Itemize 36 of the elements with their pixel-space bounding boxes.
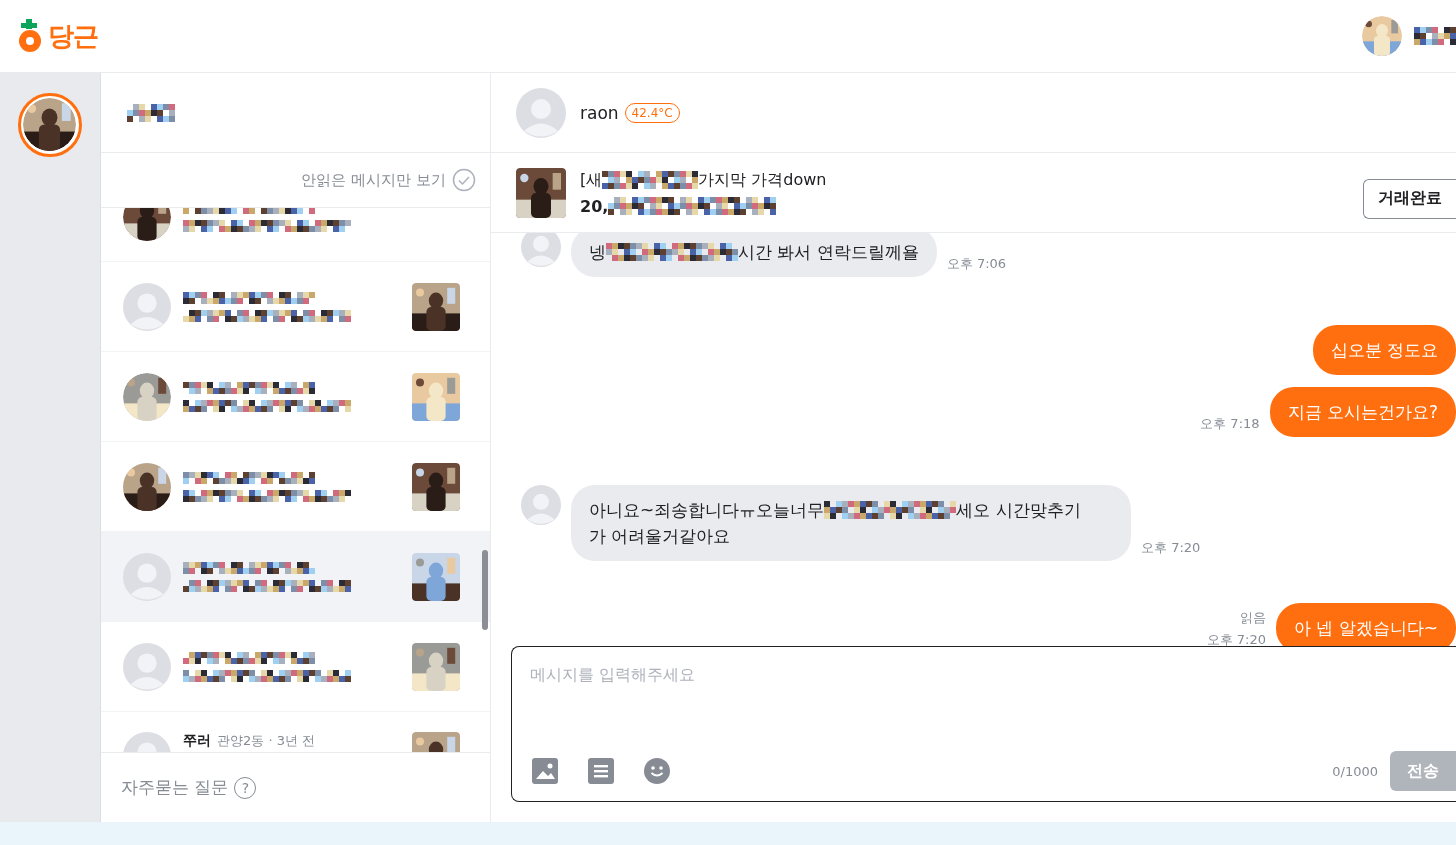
logo-text[interactable]: 당근 bbox=[48, 18, 98, 54]
message-text: 십오분 정도요 bbox=[1330, 339, 1438, 362]
pixelated-text-drawing bbox=[1414, 27, 1456, 45]
message-text: 지금 오시는건가요? bbox=[1287, 401, 1438, 424]
faq-link[interactable]: 자주묻는 질문 bbox=[121, 776, 229, 799]
image-icon[interactable] bbox=[532, 758, 558, 784]
message-time: 오후 7:18 bbox=[1200, 415, 1260, 433]
check-icon[interactable] bbox=[452, 168, 476, 192]
partner-name: raon bbox=[580, 102, 619, 123]
read-status: 읽음 bbox=[1239, 609, 1266, 627]
message-time: 오후 7:20 bbox=[1141, 539, 1201, 557]
scrollbar[interactable] bbox=[482, 550, 488, 630]
pixelated-text-drawing bbox=[127, 103, 175, 122]
emoji-icon[interactable] bbox=[644, 758, 670, 784]
filter-label[interactable]: 안읽은 메시지만 보기 bbox=[301, 170, 446, 190]
default-avatar-icon bbox=[516, 87, 566, 138]
user-nickname: 쭈러 bbox=[183, 732, 211, 750]
message-text: 넹 bbox=[589, 241, 606, 264]
character-counter: 0/1000 bbox=[1332, 763, 1378, 779]
carrot-icon bbox=[18, 19, 44, 53]
message-text: 아니요~죄송합니다ㅠ오늘너무 bbox=[589, 499, 825, 522]
message-text: [새 bbox=[580, 169, 603, 191]
trade-complete-button[interactable]: 거래완료 bbox=[1363, 178, 1456, 219]
message-text: 20, bbox=[580, 196, 609, 216]
profile-avatar[interactable] bbox=[18, 93, 82, 157]
message-text: 시간 봐서 연락드릴께욜 bbox=[738, 241, 919, 264]
message-text: 가지막 가격down bbox=[698, 169, 827, 191]
message-time: 오후 7:20 bbox=[1206, 631, 1266, 646]
message-text: 가 어려울거같아요 bbox=[589, 525, 731, 548]
list-icon[interactable] bbox=[588, 758, 614, 784]
message-text: 세오 시간맞추기 bbox=[956, 499, 1081, 522]
chat-list-item[interactable] bbox=[101, 532, 490, 622]
default-avatar-icon bbox=[521, 485, 561, 525]
message-text: 아 넵 알겠습니다~ bbox=[1293, 617, 1438, 640]
chat-meta: 관양2동 · 3년 전 bbox=[217, 732, 316, 750]
message-time: 오후 7:06 bbox=[946, 255, 1007, 273]
